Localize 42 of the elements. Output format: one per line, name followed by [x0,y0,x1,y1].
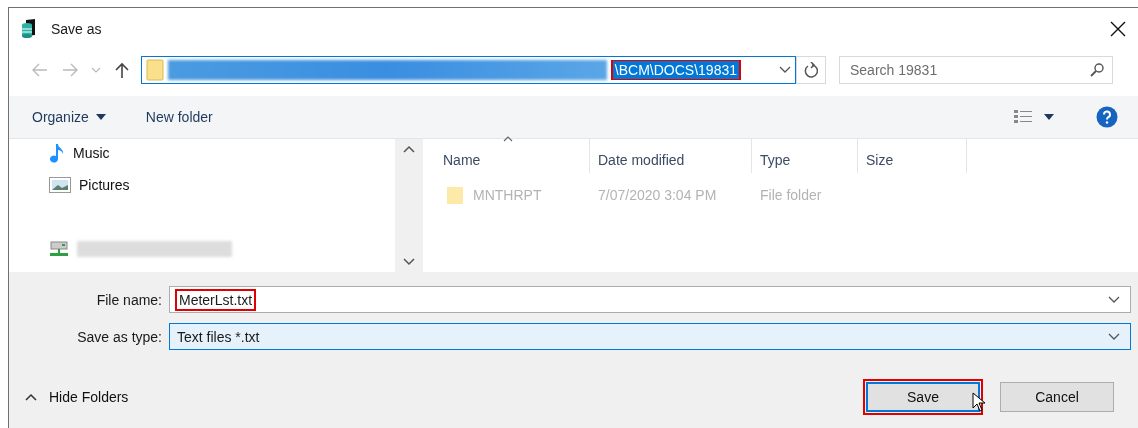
new-folder-button[interactable]: New folder [145,109,213,125]
dialog-button[interactable]: Cancel [1000,382,1114,412]
address-path: \BCM\DOCS\19831 [612,61,739,79]
scrollbar[interactable] [395,139,423,272]
search-icon[interactable] [1090,63,1104,77]
dropdown-caret-icon[interactable] [1108,295,1120,304]
scroll-up-icon[interactable] [403,145,415,153]
up-arrow-icon[interactable] [115,62,129,78]
address-field[interactable]: \BCM\DOCS\19831 [141,56,796,84]
file-name-field[interactable]: MeterLst.txt [169,286,1131,313]
folder-icon [447,186,463,204]
close-icon[interactable] [1110,21,1126,37]
view-options-icon[interactable] [1014,109,1032,125]
caret-icon [25,393,37,401]
window-title: Save as [51,21,103,37]
refresh-icon [804,62,818,78]
picture-icon [49,177,71,193]
view-caret-icon[interactable] [1044,114,1054,120]
file-type-dropdown[interactable]: Text files *.txt [169,323,1131,350]
field-label: File name: [95,291,163,308]
organize-menu[interactable]: Organize [32,109,106,125]
hide-folders-button[interactable]: Hide Folders [25,389,129,405]
field-label: Save as type: [76,328,163,345]
refresh-button[interactable] [796,56,826,84]
caret-icon [95,114,106,120]
folder-icon [146,59,164,81]
file-type: File folder [760,187,822,203]
help-icon[interactable] [1096,106,1118,128]
search-field[interactable]: Search 19831 [839,56,1113,84]
sidebar-item[interactable]: Pictures [79,177,130,193]
column-header[interactable]: Name [435,139,590,173]
sidebar-item[interactable]: Music [73,145,110,161]
date-modified: 7/07/2020 3:04 PM [598,187,717,203]
network-drive-icon [49,241,69,257]
dropdown-caret-icon[interactable] [779,66,791,74]
column-header[interactable]: Date modified [590,139,752,173]
column-header[interactable]: Type [752,139,858,173]
mouse-cursor-icon [972,392,986,412]
scroll-down-icon[interactable] [403,258,415,266]
column-header[interactable]: Size [858,139,967,173]
music-note-icon [49,143,65,163]
dropdown-caret-icon[interactable] [1108,332,1120,341]
